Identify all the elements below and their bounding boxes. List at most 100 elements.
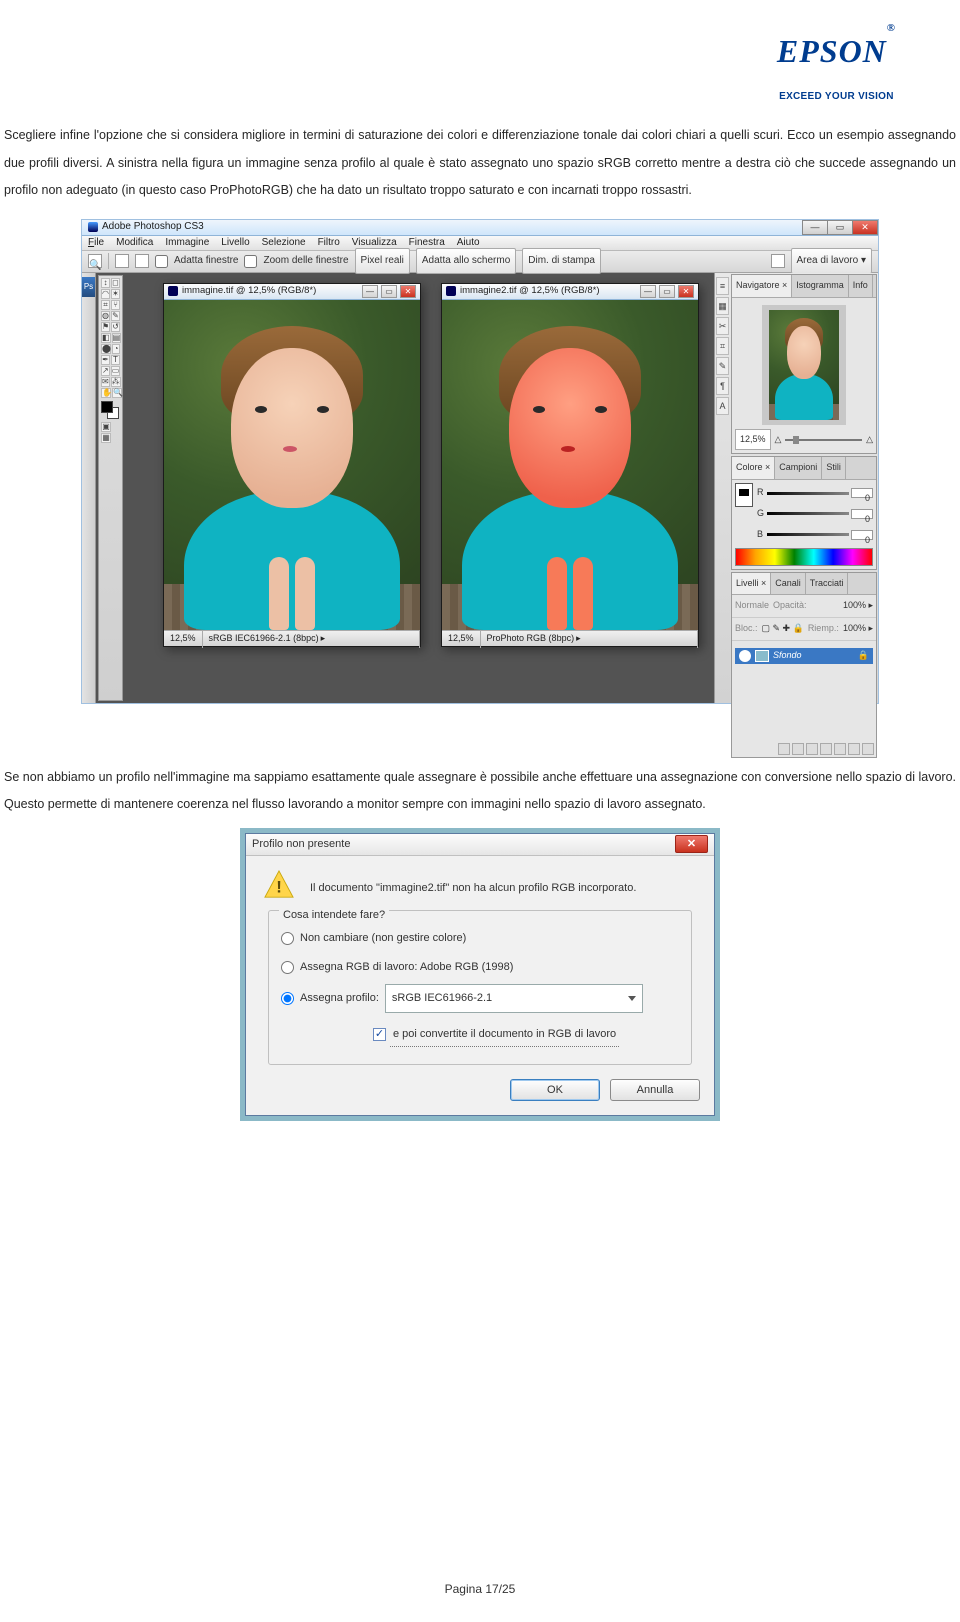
tab-channels[interactable]: Canali	[771, 573, 806, 595]
menu-file[interactable]: File	[88, 232, 104, 254]
doc-maximize[interactable]: ▭	[381, 285, 397, 298]
vtab-1[interactable]: ≡	[716, 277, 729, 295]
opt-working-radio[interactable]	[281, 961, 294, 974]
trash-icon[interactable]	[862, 743, 874, 755]
visibility-icon[interactable]	[739, 650, 751, 662]
blur-tool[interactable]: ⬤	[101, 344, 111, 354]
workspace-dropdown[interactable]: Area di lavoro ▾	[791, 248, 873, 274]
convert-checkbox[interactable]: ✓	[373, 1028, 386, 1041]
ps-tab[interactable]: Ps	[82, 277, 95, 297]
menu-modifica[interactable]: Modifica	[116, 232, 153, 254]
eraser-tool[interactable]: ◧	[101, 333, 111, 343]
fit-screen-button[interactable]: Adatta allo schermo	[416, 248, 516, 274]
b-value[interactable]: 0	[851, 530, 873, 540]
mask-icon[interactable]	[806, 743, 818, 755]
group-icon[interactable]	[834, 743, 846, 755]
doc-right-zoom[interactable]: 12,5%	[442, 629, 481, 649]
hand-tool[interactable]: ✋	[101, 388, 111, 398]
adjustment-icon[interactable]	[820, 743, 832, 755]
r-value[interactable]: 0	[851, 488, 873, 498]
vtab-2[interactable]: ▦	[716, 297, 729, 315]
opt-assign-radio[interactable]	[281, 992, 294, 1005]
actual-pixels-button[interactable]: Pixel reali	[355, 248, 410, 274]
tab-layers[interactable]: Livelli ×	[732, 573, 771, 595]
notes-tool[interactable]: ✉	[101, 377, 110, 387]
heal-tool[interactable]: ◍	[101, 311, 110, 321]
tab-histogram[interactable]: Istogramma	[792, 275, 849, 297]
doc-left-zoom[interactable]: 12,5%	[164, 629, 203, 649]
dodge-tool[interactable]: ◔	[112, 344, 120, 354]
vtab-5[interactable]: ✎	[716, 357, 729, 375]
gradient-tool[interactable]: ▤	[112, 333, 122, 343]
lasso-tool[interactable]: ◠	[101, 289, 110, 299]
type-tool[interactable]: T	[111, 355, 120, 365]
zoom-tool-icon[interactable]: 🔍	[88, 254, 102, 268]
marquee-tool[interactable]: ◻	[111, 278, 120, 288]
path-tool[interactable]: ↗	[101, 366, 110, 376]
brush-icon[interactable]	[771, 254, 785, 268]
move-tool[interactable]: ↕	[101, 278, 110, 288]
history-brush-tool[interactable]: ↺	[111, 322, 120, 332]
doc-maximize[interactable]: ▭	[659, 285, 675, 298]
g-slider[interactable]	[767, 512, 849, 515]
quickmask-toggle[interactable]: ▣	[101, 422, 111, 432]
tab-swatches[interactable]: Campioni	[775, 457, 822, 479]
slice-tool[interactable]: ⑂	[111, 300, 120, 310]
nav-zoom-out[interactable]: △	[775, 430, 782, 450]
color-swatches[interactable]	[101, 401, 121, 421]
navigator-preview[interactable]	[762, 305, 846, 425]
g-value[interactable]: 0	[851, 509, 873, 519]
link-layers-icon[interactable]	[778, 743, 790, 755]
eyedropper-tool[interactable]: ⁂	[111, 377, 121, 387]
window-maximize-button[interactable]: ▭	[827, 220, 853, 235]
fx-icon[interactable]	[792, 743, 804, 755]
window-minimize-button[interactable]: —	[802, 220, 828, 235]
ok-button[interactable]: OK	[510, 1079, 600, 1101]
screenmode-toggle[interactable]: ▦	[101, 433, 111, 443]
tab-navigator[interactable]: Navigatore ×	[732, 275, 792, 297]
fill-value[interactable]: 100% ▸	[843, 619, 873, 639]
stamp-tool[interactable]: ⚑	[101, 322, 110, 332]
vtab-4[interactable]: ⌗	[716, 337, 729, 355]
dialog-close-button[interactable]: ✕	[675, 835, 708, 853]
lock-buttons[interactable]: ▢ ✎ ✚ 🔒	[762, 619, 804, 639]
foreground-background-swatch[interactable]	[735, 483, 753, 507]
zoom-windows-checkbox[interactable]	[244, 255, 257, 268]
opacity-value[interactable]: 100% ▸	[843, 596, 873, 616]
cancel-button[interactable]: Annulla	[610, 1079, 700, 1101]
opt-leave-radio[interactable]	[281, 932, 294, 945]
doc-left-profile[interactable]: sRGB IEC61966-2.1 (8bpc)▸	[203, 629, 420, 649]
vtab-3[interactable]: ✂	[716, 317, 729, 335]
zoom-in-icon[interactable]	[115, 254, 129, 268]
tab-color[interactable]: Colore ×	[732, 457, 775, 479]
shape-tool[interactable]: ▭	[111, 366, 121, 376]
tab-paths[interactable]: Tracciati	[806, 573, 849, 595]
nav-zoom-in[interactable]: △	[866, 430, 873, 450]
window-close-button[interactable]: ✕	[852, 220, 878, 235]
doc-close[interactable]: ✕	[678, 285, 694, 298]
doc-minimize[interactable]: —	[362, 285, 378, 298]
b-slider[interactable]	[767, 533, 849, 536]
wand-tool[interactable]: ✶	[111, 289, 120, 299]
nav-zoom-slider[interactable]	[785, 439, 862, 441]
doc-close[interactable]: ✕	[400, 285, 416, 298]
crop-tool[interactable]: ⌗	[101, 300, 110, 310]
print-size-button[interactable]: Dim. di stampa	[522, 248, 601, 274]
zoom-out-icon[interactable]	[135, 254, 149, 268]
new-layer-icon[interactable]	[848, 743, 860, 755]
zoom-tool[interactable]: 🔍	[112, 388, 122, 398]
layer-background[interactable]: Sfondo 🔒	[735, 648, 873, 664]
tab-styles[interactable]: Stili	[822, 457, 846, 479]
profile-select[interactable]: sRGB IEC61966-2.1	[385, 984, 643, 1012]
brush-tool[interactable]: ✎	[111, 311, 120, 321]
fit-windows-checkbox[interactable]	[155, 255, 168, 268]
spectrum-ramp[interactable]	[735, 548, 873, 566]
vtab-6[interactable]: ¶	[716, 377, 729, 395]
doc-right-profile[interactable]: ProPhoto RGB (8bpc)▸	[481, 629, 698, 649]
pen-tool[interactable]: ✒	[101, 355, 110, 365]
tab-info[interactable]: Info	[849, 275, 873, 297]
blend-mode[interactable]: Normale	[735, 596, 769, 616]
vtab-7[interactable]: A	[716, 397, 729, 415]
nav-zoom-value[interactable]: 12,5%	[735, 429, 771, 451]
doc-minimize[interactable]: —	[640, 285, 656, 298]
